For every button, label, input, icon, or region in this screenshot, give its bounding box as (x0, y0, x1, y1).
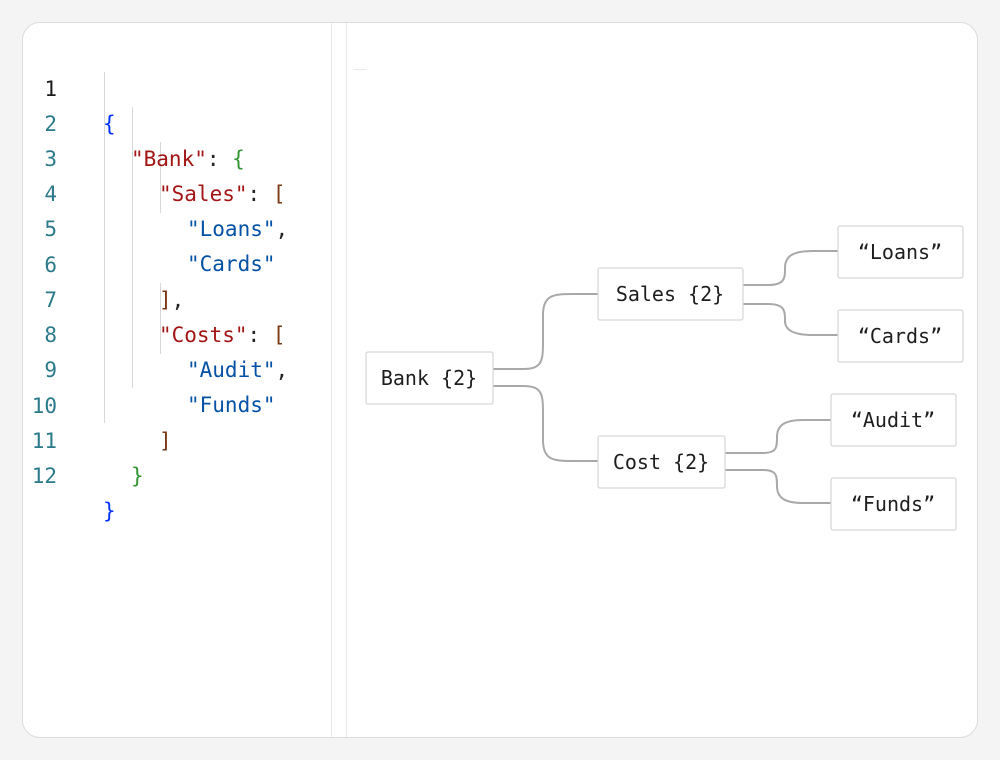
tree-node-cost[interactable]: Cost {2} (597, 435, 726, 489)
tree-node-funds[interactable]: “Funds” (830, 477, 957, 531)
tree-edge (493, 293, 598, 370)
node-label: Sales {2} (616, 282, 724, 306)
tree-node-audit[interactable]: “Audit” (830, 393, 957, 447)
tree-node-sales[interactable]: Sales {2} (597, 267, 744, 321)
tree-node-loans[interactable]: “Loans” (837, 225, 964, 279)
node-label: Cost {2} (613, 450, 709, 474)
json-tree-graph: Bank {2} Sales {2} Cost {2} “Loans” “Car… (365, 225, 964, 531)
node-label: “Cards” (858, 324, 942, 348)
tree-edge (743, 250, 838, 286)
node-label: “Audit” (851, 408, 935, 432)
node-label: Bank {2} (381, 366, 477, 390)
node-label: “Funds” (851, 492, 935, 516)
tree-node-root[interactable]: Bank {2} (365, 351, 494, 405)
tree-edge (725, 419, 831, 454)
json-viewer-window: 1 { 2 "Bank": { 3 "Sales": [ 4 "Loans", … (22, 22, 978, 738)
tree-edge (725, 469, 831, 504)
tree-edge (493, 385, 598, 462)
tree-node-cards[interactable]: “Cards” (837, 309, 964, 363)
tree-edge (743, 303, 838, 336)
node-label: “Loans” (858, 240, 942, 264)
